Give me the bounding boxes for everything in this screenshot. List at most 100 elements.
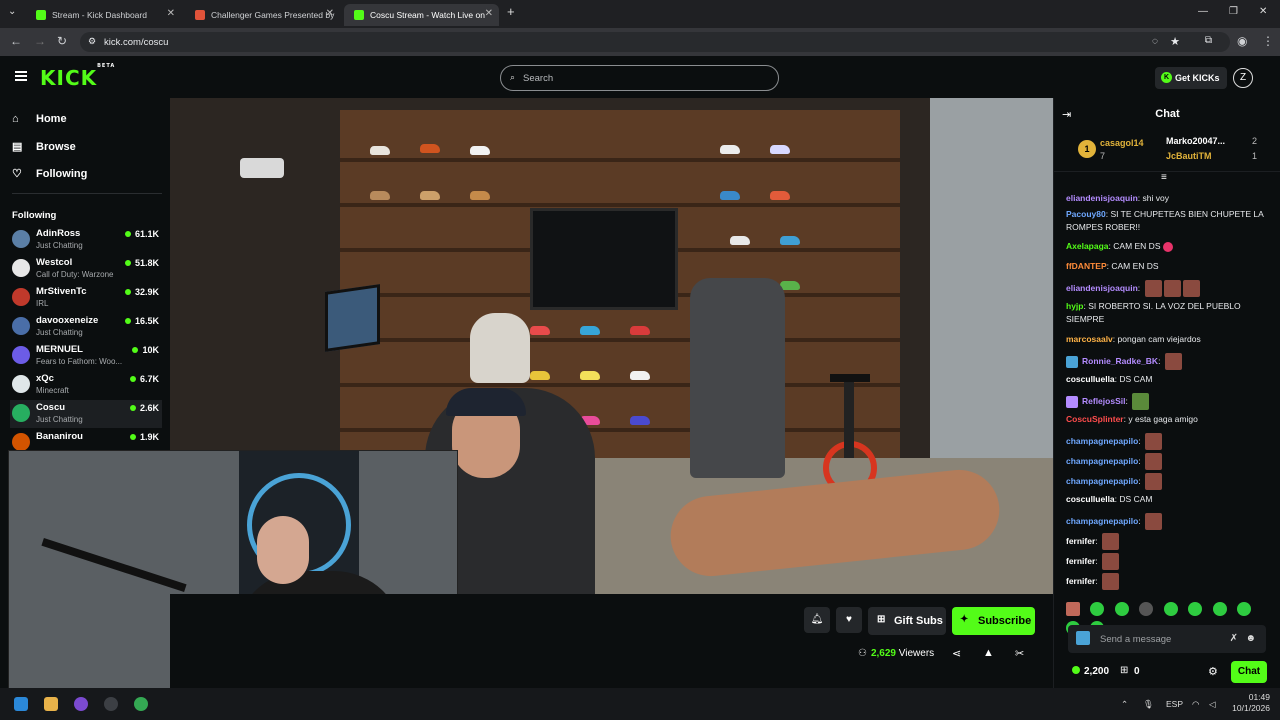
back-icon[interactable]: ← xyxy=(10,34,22,48)
chat-username[interactable]: ReflejosSil xyxy=(1082,396,1125,406)
emote-button[interactable] xyxy=(1066,602,1080,616)
tray-chevron-icon[interactable]: ⌃ xyxy=(1121,699,1128,710)
file-explorer-icon[interactable] xyxy=(44,697,58,711)
emote-button[interactable] xyxy=(1188,602,1203,616)
chat-message-input[interactable]: Send a message ✗ ☻ xyxy=(1068,625,1266,653)
tab-search-icon[interactable]: ⌄ xyxy=(8,6,16,17)
profile-icon[interactable]: ◉ xyxy=(1237,34,1247,48)
clip-icon[interactable]: ✂ xyxy=(1015,647,1024,660)
chat-username[interactable]: marcosaalv xyxy=(1066,334,1113,344)
emoji-icon[interactable]: ☻ xyxy=(1245,633,1256,644)
chat-username[interactable]: hyjp xyxy=(1066,301,1083,311)
nav-browse[interactable]: ▤ Browse xyxy=(12,140,76,153)
notifications-bell-button[interactable]: 🔔︎ xyxy=(804,607,830,633)
emote-button[interactable] xyxy=(1163,602,1178,616)
hamburger-menu-icon[interactable] xyxy=(15,71,27,81)
chat-message: CoscuSplinter: y esta gaga amigo xyxy=(1066,414,1198,424)
browser-tab-coscu[interactable]: Coscu Stream - Watch Live on ✕ xyxy=(344,4,499,26)
get-kicks-button[interactable]: K Get KICKs xyxy=(1155,67,1227,89)
chat-username[interactable]: fernifer xyxy=(1066,556,1095,566)
chat-username[interactable]: ffDANTEP xyxy=(1066,261,1107,271)
channel-bananirou[interactable]: Bananirou 1.9K xyxy=(10,429,162,451)
chat-username[interactable]: CoscuSplinter xyxy=(1066,414,1124,424)
close-window-icon[interactable]: ✕ xyxy=(1259,6,1267,17)
chat-username[interactable]: champagnepapilo xyxy=(1066,476,1138,486)
kicks-balance[interactable]: 2,200 xyxy=(1072,666,1109,677)
reload-icon[interactable]: ↻ xyxy=(57,34,67,48)
chat-username[interactable]: Pacouy80 xyxy=(1066,209,1106,219)
url-field[interactable]: ⚙ kick.com/coscu ◌ ★ ⧉ xyxy=(80,32,1230,52)
windows-start-icon[interactable] xyxy=(14,697,28,711)
chat-username[interactable]: fernifer xyxy=(1066,536,1095,546)
volume-icon[interactable]: ◁ xyxy=(1209,699,1216,710)
site-info-icon[interactable]: ⚙ xyxy=(88,36,96,47)
top-bar: KICKBETA ⌕ Search K Get KICKs Z xyxy=(0,56,1280,98)
menu-dots-icon[interactable]: ⋮ xyxy=(1262,34,1274,48)
search-input[interactable]: ⌕ Search xyxy=(500,65,779,91)
channel-davooxeneize[interactable]: davooxeneize Just Chatting 16.5K xyxy=(10,313,162,341)
close-tab-icon[interactable]: ✕ xyxy=(485,8,493,19)
close-tab-icon[interactable]: ✕ xyxy=(167,8,175,19)
emote-button[interactable] xyxy=(1139,602,1154,616)
gift-count[interactable]: 0 xyxy=(1134,666,1140,677)
forward-icon[interactable]: → xyxy=(34,34,46,48)
chat-username[interactable]: cosculluella xyxy=(1066,374,1115,384)
emote-button[interactable] xyxy=(1212,602,1227,616)
expand-pinned-icon[interactable]: ≡ xyxy=(1161,172,1167,183)
chat-username[interactable]: Ronnie_Radke_BK xyxy=(1082,356,1158,366)
emote-button[interactable] xyxy=(1090,602,1105,616)
share-icon[interactable]: ⋖ xyxy=(952,647,961,660)
kick-logo[interactable]: KICKBETA xyxy=(40,63,115,90)
channel-mrstiventc[interactable]: MrStivenTc IRL 32.9K xyxy=(10,284,162,312)
nav-home[interactable]: ⌂ Home xyxy=(12,113,67,125)
follow-heart-button[interactable]: ♥ xyxy=(836,607,862,633)
browser-tab-dashboard[interactable]: Stream - Kick Dashboard ✕ xyxy=(26,4,181,26)
sneaker xyxy=(630,371,650,380)
chat-username[interactable]: champagnepapilo xyxy=(1066,456,1138,466)
chat-username[interactable]: champagnepapilo xyxy=(1066,436,1138,446)
bookmark-star-icon[interactable]: ★ xyxy=(1170,35,1180,48)
chat-message: Axelapaga: CAM EN DS xyxy=(1066,240,1271,253)
emote-button[interactable] xyxy=(1114,602,1129,616)
channel-coscu[interactable]: Coscu Just Chatting 2.6K xyxy=(10,400,162,428)
new-tab-icon[interactable]: + xyxy=(507,4,515,19)
chrome-icon[interactable] xyxy=(134,697,148,711)
channel-adinross[interactable]: AdinRoss Just Chatting 61.1K xyxy=(10,226,162,254)
mic-icon[interactable]: 🎙︎ xyxy=(1143,699,1154,710)
chat-settings-gear-icon[interactable]: ⚙ xyxy=(1208,665,1218,678)
channel-xqc[interactable]: xQc Minecraft 6.7K xyxy=(10,371,162,399)
challenger-favicon-icon xyxy=(195,10,205,20)
nav-following[interactable]: ♡ Following xyxy=(12,167,87,180)
gift-subs-button[interactable]: ⊞ Gift Subs xyxy=(868,607,946,635)
close-tab-icon[interactable]: ✕ xyxy=(326,8,334,19)
send-chat-button[interactable]: Chat xyxy=(1231,661,1267,683)
channel-mernuel[interactable]: MERNUEL Fears to Fathom: Woo... 10K xyxy=(10,342,162,370)
chat-username[interactable]: fernifer xyxy=(1066,576,1095,586)
get-kicks-label: Get KICKs xyxy=(1175,73,1220,83)
eye-off-icon[interactable]: ◌ xyxy=(1152,36,1158,47)
report-warning-icon[interactable]: ▲ xyxy=(983,647,994,659)
user-avatar-icon[interactable]: Z xyxy=(1233,68,1253,88)
extensions-icon[interactable]: ⧉ xyxy=(1205,35,1212,46)
app-icon[interactable] xyxy=(74,697,88,711)
browser-tab-challenger[interactable]: Challenger Games Presented by ✕ xyxy=(185,4,340,26)
chat-username[interactable]: champagnepapilo xyxy=(1066,516,1138,526)
app-icon[interactable] xyxy=(104,697,118,711)
system-clock[interactable]: 01:49 10/1/2026 xyxy=(1230,692,1270,714)
subscribe-button[interactable]: ✦ Subscribe xyxy=(952,607,1035,635)
wifi-icon[interactable]: ◠ xyxy=(1192,699,1199,710)
chat-username[interactable]: Axelapaga xyxy=(1066,241,1109,251)
emote-button[interactable] xyxy=(1237,602,1252,616)
translate-icon[interactable]: ✗ xyxy=(1230,633,1238,644)
chat-username[interactable]: cosculluella xyxy=(1066,494,1115,504)
minimize-icon[interactable]: — xyxy=(1198,6,1208,17)
top-gifter-name[interactable]: casagol14 xyxy=(1100,138,1144,148)
restore-icon[interactable]: ❐ xyxy=(1229,6,1238,17)
gifter-name[interactable]: JcBautiTM xyxy=(1166,151,1212,161)
chat-username[interactable]: eliandenisjoaquin xyxy=(1066,283,1138,293)
channel-westcol[interactable]: Westcol Call of Duty: Warzone 51.8K xyxy=(10,255,162,283)
chat-username[interactable]: eliandenisjoaquin xyxy=(1066,193,1138,203)
keyboard-language[interactable]: ESP xyxy=(1166,699,1183,709)
sneaker xyxy=(470,191,490,200)
gifter-name[interactable]: Marko20047... xyxy=(1166,136,1225,146)
